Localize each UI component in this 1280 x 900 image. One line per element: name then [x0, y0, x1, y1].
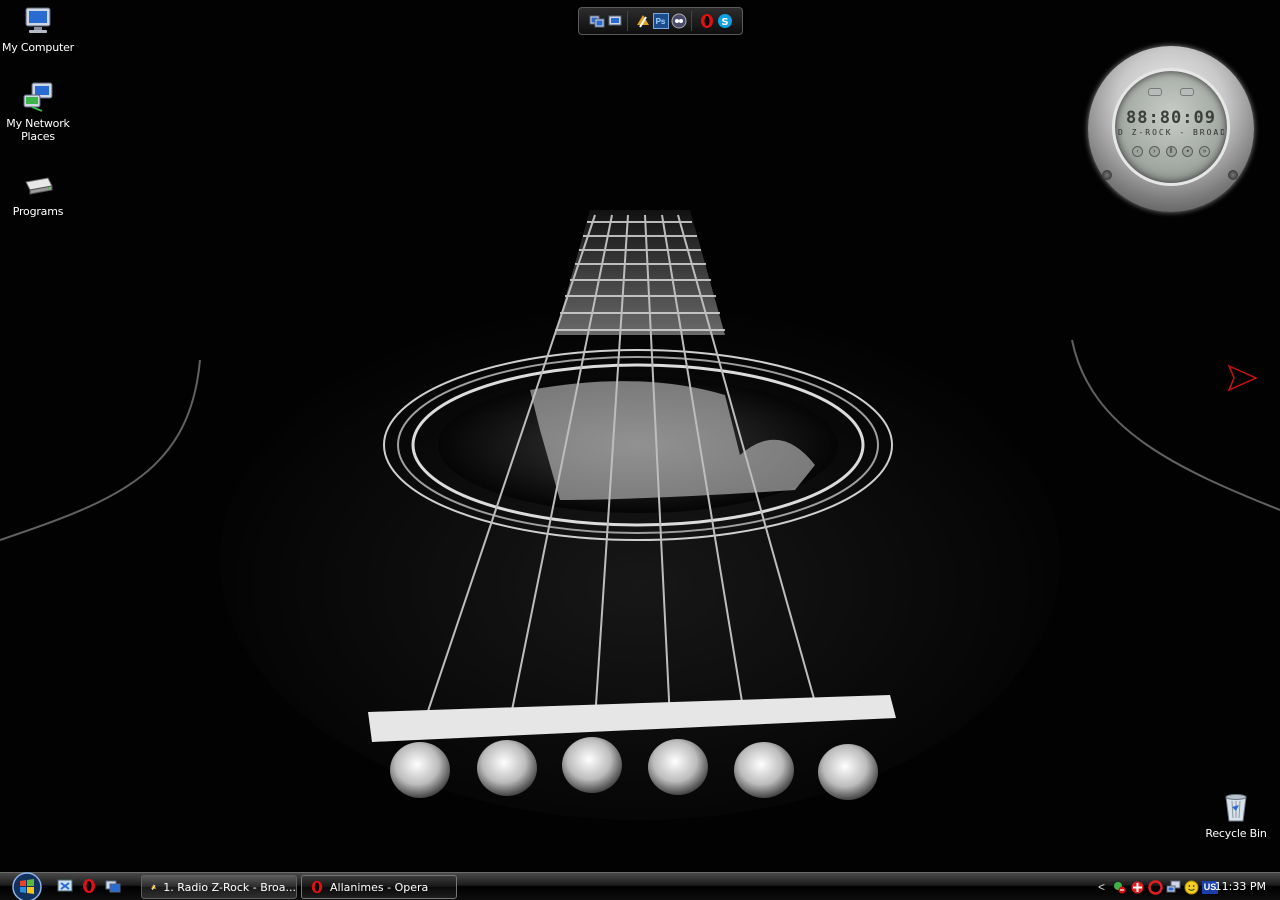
- desktop-icon-network-places[interactable]: My Network Places: [0, 80, 76, 143]
- prev-icon[interactable]: ‹: [1132, 146, 1143, 157]
- photoshop-icon[interactable]: Ps: [652, 13, 669, 29]
- desktop-icon-recycle-bin[interactable]: Recycle Bin: [1198, 790, 1274, 840]
- opera-icon: [311, 880, 323, 894]
- taskbar-button-winamp[interactable]: 1. Radio Z-Rock - Broa...: [141, 875, 297, 899]
- programs-drive-icon: [21, 168, 55, 202]
- taskbar-button-label: 1. Radio Z-Rock - Broa...: [163, 880, 296, 894]
- opera-icon[interactable]: [699, 13, 715, 29]
- player-mode-button[interactable]: [1180, 88, 1194, 96]
- desktop-icon-label: Programs: [12, 205, 64, 218]
- next-icon[interactable]: »: [1199, 146, 1210, 157]
- quick-launch-dock: Ps S: [578, 7, 743, 35]
- network-icon[interactable]: [1166, 880, 1181, 895]
- opera-icon[interactable]: [80, 877, 98, 895]
- winamp-icon[interactable]: [635, 13, 651, 29]
- dock-group: S: [695, 11, 737, 31]
- windows-start-orb-icon: [12, 871, 42, 900]
- taskbar-button-opera[interactable]: Allanimes - Opera: [301, 875, 457, 899]
- taskbar-clock[interactable]: 11:33 PM: [1215, 880, 1266, 893]
- desktop-icon-label: My Network Places: [6, 117, 70, 143]
- taskbar: 1. Radio Z-Rock - Broa... Allanimes - Op…: [0, 871, 1280, 900]
- start-button[interactable]: [8, 871, 46, 900]
- my-computer-icon: [21, 4, 55, 38]
- player-knob[interactable]: [1102, 170, 1112, 180]
- quick-launch-bar: [56, 877, 122, 895]
- desktop-icon-label: Recycle Bin: [1205, 827, 1267, 840]
- desktop-icon-label: My Computer: [2, 41, 74, 54]
- player-knob[interactable]: [1228, 170, 1238, 180]
- desktop-icon-my-computer[interactable]: My Computer: [0, 4, 76, 54]
- network-places-icon: [21, 80, 55, 114]
- player-controls: ‹ › ‖ ▪ »: [1132, 146, 1210, 157]
- antivirus-icon[interactable]: [1130, 880, 1145, 895]
- player-time-display: 88:80:09: [1126, 108, 1216, 128]
- stop-icon[interactable]: ▪: [1182, 146, 1194, 157]
- svg-text:S: S: [721, 17, 728, 28]
- play-icon[interactable]: ›: [1148, 146, 1160, 157]
- switch-windows-icon[interactable]: [104, 877, 122, 895]
- messenger-status-icon[interactable]: [1112, 880, 1127, 895]
- winamp-icon: [150, 884, 157, 890]
- smiley-icon[interactable]: [1184, 880, 1199, 895]
- player-mode-button[interactable]: [1148, 88, 1162, 96]
- mouse-cursor-icon: [1227, 364, 1258, 392]
- pause-icon[interactable]: ‖: [1165, 146, 1177, 157]
- desktop-icon-programs[interactable]: Programs: [0, 168, 76, 218]
- player-track-title: D Z-ROCK - BROADCAST: [1118, 128, 1224, 137]
- windows-explorer-icon[interactable]: [589, 13, 605, 29]
- dock-group: Ps: [631, 11, 692, 31]
- windows-explorer-icon[interactable]: [607, 13, 623, 29]
- tray-expand-chevron-icon[interactable]: <: [1094, 880, 1109, 895]
- media-player-widget[interactable]: 88:80:09 D Z-ROCK - BROADCAST ‹ › ‖ ▪ »: [1088, 46, 1254, 212]
- skype-icon[interactable]: S: [717, 13, 733, 29]
- opera-mail-icon[interactable]: [1148, 879, 1163, 895]
- show-desktop-icon[interactable]: [56, 877, 74, 895]
- photoshop-label: Ps: [655, 16, 666, 26]
- recycle-bin-icon: [1219, 790, 1253, 824]
- dock-group: [585, 11, 628, 31]
- taskbar-button-label: Allanimes - Opera: [330, 880, 429, 894]
- messenger-icon[interactable]: [671, 13, 687, 29]
